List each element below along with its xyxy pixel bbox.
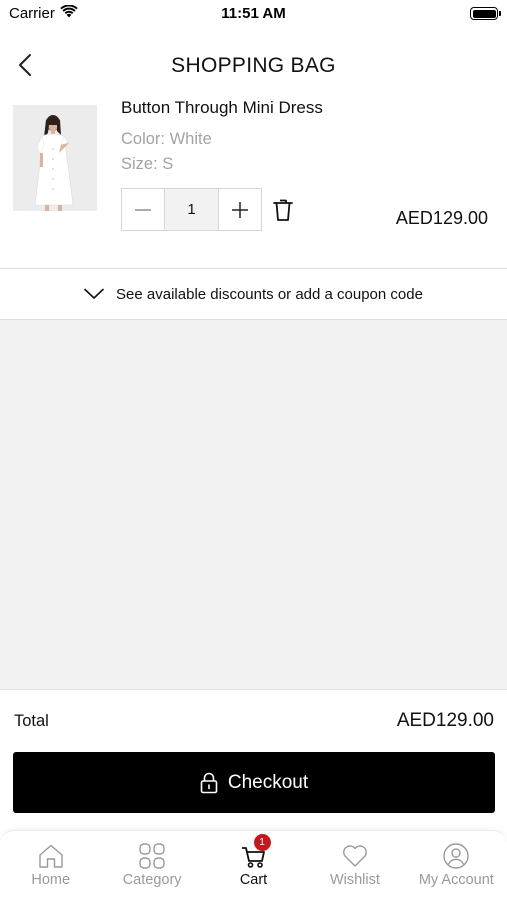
tab-label: Wishlist — [329, 872, 380, 888]
tab-bar: Home Category 1 Cart Wishlist My Account — [0, 830, 507, 900]
grid-icon — [139, 843, 165, 869]
total-value: AED129.00 — [396, 710, 494, 731]
tab-label: Home — [31, 872, 71, 888]
increase-quantity-button[interactable] — [219, 189, 262, 230]
tab-category[interactable]: Category — [101, 831, 202, 900]
minus-icon — [134, 208, 151, 211]
cart-badge: 1 — [253, 834, 271, 851]
total-label: Total — [14, 712, 49, 730]
tab-label: Category — [122, 872, 182, 888]
chevron-down-icon — [84, 288, 104, 299]
tab-label: My Account — [418, 872, 494, 888]
quantity-stepper: 1 — [121, 188, 262, 231]
plus-icon — [232, 201, 249, 218]
tab-my-account[interactable]: My Account — [406, 831, 507, 900]
battery-icon — [470, 7, 501, 20]
checkout-button[interactable]: Checkout — [13, 752, 495, 813]
lock-icon — [200, 772, 218, 793]
status-bar: Carrier 11:51 AM — [0, 0, 507, 30]
tab-wishlist[interactable]: Wishlist — [304, 831, 405, 900]
product-size: Size: S — [121, 155, 174, 173]
home-icon — [39, 844, 63, 868]
decrease-quantity-button[interactable] — [122, 189, 164, 230]
page-title: SHOPPING BAG — [171, 54, 336, 77]
coupon-label: See available discounts or add a coupon … — [116, 285, 423, 303]
tab-cart[interactable]: 1 Cart — [203, 831, 304, 900]
coupon-toggle[interactable]: See available discounts or add a coupon … — [0, 269, 507, 319]
item-price: AED129.00 — [395, 208, 488, 228]
tab-label: Cart — [239, 872, 268, 888]
tab-home[interactable]: Home — [0, 831, 101, 900]
product-color: Color: White — [121, 130, 212, 148]
clock: 11:51 AM — [221, 5, 286, 22]
checkout-label: Checkout — [227, 771, 309, 793]
delete-item-button[interactable] — [271, 196, 295, 224]
cart-item: Button Through Mini Dress Color: White S… — [0, 96, 507, 268]
product-name[interactable]: Button Through Mini Dress — [121, 98, 323, 118]
header: SHOPPING BAG — [0, 40, 507, 90]
trash-icon — [273, 199, 293, 221]
heart-icon — [342, 845, 367, 867]
user-icon — [443, 843, 470, 869]
quantity-value: 1 — [163, 189, 220, 230]
total-row: Total AED129.00 — [14, 708, 494, 736]
product-image[interactable] — [13, 105, 97, 211]
content-spacer — [0, 320, 507, 690]
